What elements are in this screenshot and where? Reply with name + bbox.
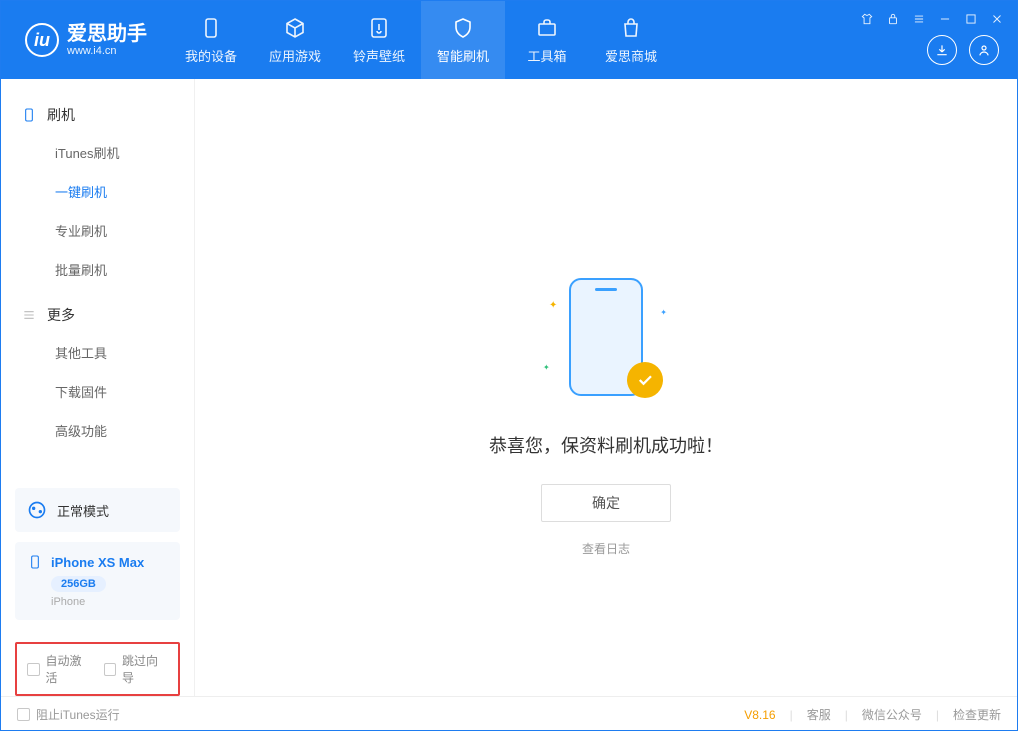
device-icon	[199, 16, 223, 40]
device-icon	[27, 554, 43, 570]
top-nav: 我的设备 应用游戏 铃声壁纸 智能刷机 工具箱 爱思商城	[169, 1, 673, 79]
device-storage: 256GB	[51, 576, 106, 592]
checkbox-label: 跳过向导	[122, 652, 168, 686]
device-card[interactable]: iPhone XS Max 256GB iPhone	[15, 542, 180, 620]
user-button[interactable]	[969, 35, 999, 65]
ok-button[interactable]: 确定	[541, 484, 671, 522]
music-file-icon	[367, 16, 391, 40]
close-icon[interactable]	[989, 11, 1005, 27]
maximize-icon[interactable]	[963, 11, 979, 27]
nav-label: 应用游戏	[269, 46, 321, 65]
app-header: iu 爱思助手 www.i4.cn 我的设备 应用游戏 铃声壁纸 智能刷机 工具…	[1, 1, 1017, 79]
sparkle-icon: ✦	[543, 363, 550, 372]
sparkle-icon: ✦	[549, 300, 557, 311]
sidebar-item-other[interactable]: 其他工具	[1, 333, 194, 372]
checkbox-label: 自动激活	[46, 652, 92, 686]
menu-icon[interactable]	[911, 11, 927, 27]
nav-label: 智能刷机	[437, 46, 489, 65]
footer: 阻止iTunes运行 V8.16 | 客服 | 微信公众号 | 检查更新	[1, 696, 1017, 732]
nav-apps[interactable]: 应用游戏	[253, 1, 337, 79]
success-illustration: ✦ ✦ ✦	[521, 278, 691, 408]
footer-link-support[interactable]: 客服	[807, 706, 831, 723]
minimize-icon[interactable]	[937, 11, 953, 27]
nav-toolbox[interactable]: 工具箱	[505, 1, 589, 79]
window-controls	[859, 11, 1005, 27]
cube-icon	[283, 16, 307, 40]
sidebar-item-pro[interactable]: 专业刷机	[1, 211, 194, 250]
lock-icon[interactable]	[885, 11, 901, 27]
header-round-buttons	[927, 35, 999, 65]
device-type: iPhone	[51, 596, 168, 608]
app-url: www.i4.cn	[67, 45, 147, 57]
list-icon	[21, 307, 37, 323]
nav-store[interactable]: 爱思商城	[589, 1, 673, 79]
app-name: 爱思助手	[67, 23, 147, 45]
nav-label: 我的设备	[185, 46, 237, 65]
device-name: iPhone XS Max	[51, 555, 144, 570]
logo-icon: iu	[25, 23, 59, 57]
sidebar-item-firmware[interactable]: 下载固件	[1, 372, 194, 411]
footer-link-wechat[interactable]: 微信公众号	[862, 706, 922, 723]
footer-link-update[interactable]: 检查更新	[953, 706, 1001, 723]
logo: iu 爱思助手 www.i4.cn	[25, 23, 147, 57]
briefcase-icon	[535, 16, 559, 40]
skip-guide-checkbox[interactable]: 跳过向导	[104, 652, 169, 686]
option-checkboxes: 自动激活 跳过向导	[15, 642, 180, 696]
mode-card[interactable]: 正常模式	[15, 488, 180, 532]
sidebar-section-more: 更多	[1, 297, 194, 333]
sidebar-item-itunes[interactable]: iTunes刷机	[1, 133, 194, 172]
main-content: ✦ ✦ ✦ 恭喜您，保资料刷机成功啦！ 确定 查看日志	[195, 79, 1017, 696]
download-button[interactable]	[927, 35, 957, 65]
sidebar-section-title: 更多	[47, 305, 75, 325]
nav-flash[interactable]: 智能刷机	[421, 1, 505, 79]
sidebar: 刷机 iTunes刷机 一键刷机 专业刷机 批量刷机 更多 其他工具 下载固件 …	[1, 79, 195, 696]
success-message: 恭喜您，保资料刷机成功啦！	[489, 432, 723, 458]
mode-icon	[27, 500, 47, 520]
nav-ringtone[interactable]: 铃声壁纸	[337, 1, 421, 79]
sidebar-item-advanced[interactable]: 高级功能	[1, 411, 194, 450]
nav-label: 工具箱	[527, 46, 566, 65]
nav-label: 铃声壁纸	[353, 46, 405, 65]
sidebar-item-batch[interactable]: 批量刷机	[1, 250, 194, 289]
sidebar-section-flash: 刷机	[1, 97, 194, 133]
mode-label: 正常模式	[57, 501, 109, 520]
view-log-link[interactable]: 查看日志	[582, 540, 630, 557]
block-itunes-checkbox[interactable]: 阻止iTunes运行	[17, 706, 120, 723]
phone-icon	[21, 107, 37, 123]
version-label: V8.16	[744, 708, 775, 722]
sidebar-item-oneclick[interactable]: 一键刷机	[1, 172, 194, 211]
nav-label: 爱思商城	[605, 46, 657, 65]
auto-activate-checkbox[interactable]: 自动激活	[27, 652, 92, 686]
sparkle-icon: ✦	[660, 308, 667, 317]
shield-icon	[451, 16, 475, 40]
sidebar-section-title: 刷机	[47, 105, 75, 125]
shirt-icon[interactable]	[859, 11, 875, 27]
nav-my-device[interactable]: 我的设备	[169, 1, 253, 79]
checkbox-label: 阻止iTunes运行	[36, 706, 120, 723]
bag-icon	[619, 16, 643, 40]
check-badge-icon	[627, 362, 663, 398]
